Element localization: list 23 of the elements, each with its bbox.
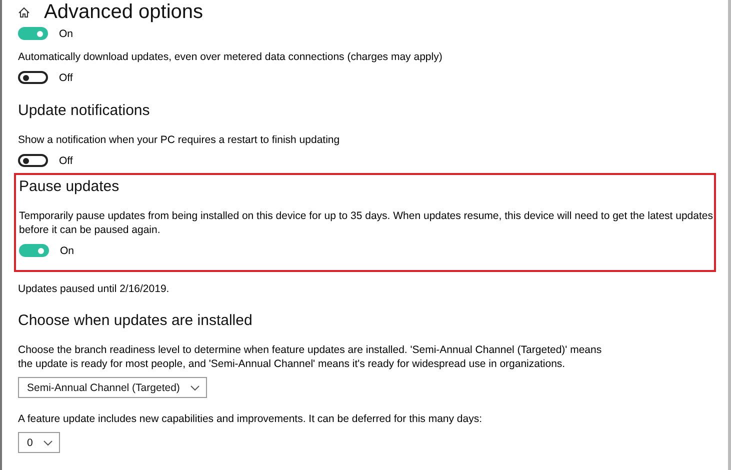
dropdown[interactable]: 0 <box>18 432 60 453</box>
description-text: Temporarily pause updates from being installed on this device for up to 35 days. When updates resume, this device will need to get the latest updates before it can be paused again. <box>19 209 714 237</box>
description-text: Automatically download updates, even over metered data connections (charges may apply) <box>18 50 442 64</box>
toggle-switch[interactable] <box>18 154 48 167</box>
toggle-switch[interactable] <box>18 27 48 40</box>
page-title: Advanced options <box>44 0 204 24</box>
toggle-switch[interactable] <box>18 71 48 84</box>
description-text: Updates paused until 2/16/2019. <box>18 282 170 296</box>
chevron-down-icon <box>190 384 200 390</box>
section-heading: Pause updates <box>19 178 120 195</box>
description-text: Choose the branch readiness level to determine when feature updates are installed. 'Semi-Annual Channel (Targeted)' means the update is ready for most people, and 'Semi-Annual Channel' means it's ready for widespread use in organizations. <box>18 343 603 371</box>
description-text: A feature update includes new capabilities and improvements. It can be deferred for this many days: <box>18 412 482 426</box>
home-icon[interactable] <box>18 6 30 18</box>
toggle-switch[interactable] <box>19 244 49 257</box>
description-text: Show a notification when your PC requires a restart to finish updating <box>18 133 340 147</box>
section-heading: Choose when updates are installed <box>18 312 252 329</box>
toggle-state-label: Off <box>59 72 73 84</box>
toggle-state-label: Off <box>59 154 73 166</box>
chevron-down-icon <box>42 440 53 446</box>
toggle-state-label: On <box>59 28 74 40</box>
section-heading: Update notifications <box>18 102 150 119</box>
toggle-state-label: On <box>60 244 74 256</box>
dropdown[interactable]: Semi-Annual Channel (Targeted) <box>18 377 207 398</box>
